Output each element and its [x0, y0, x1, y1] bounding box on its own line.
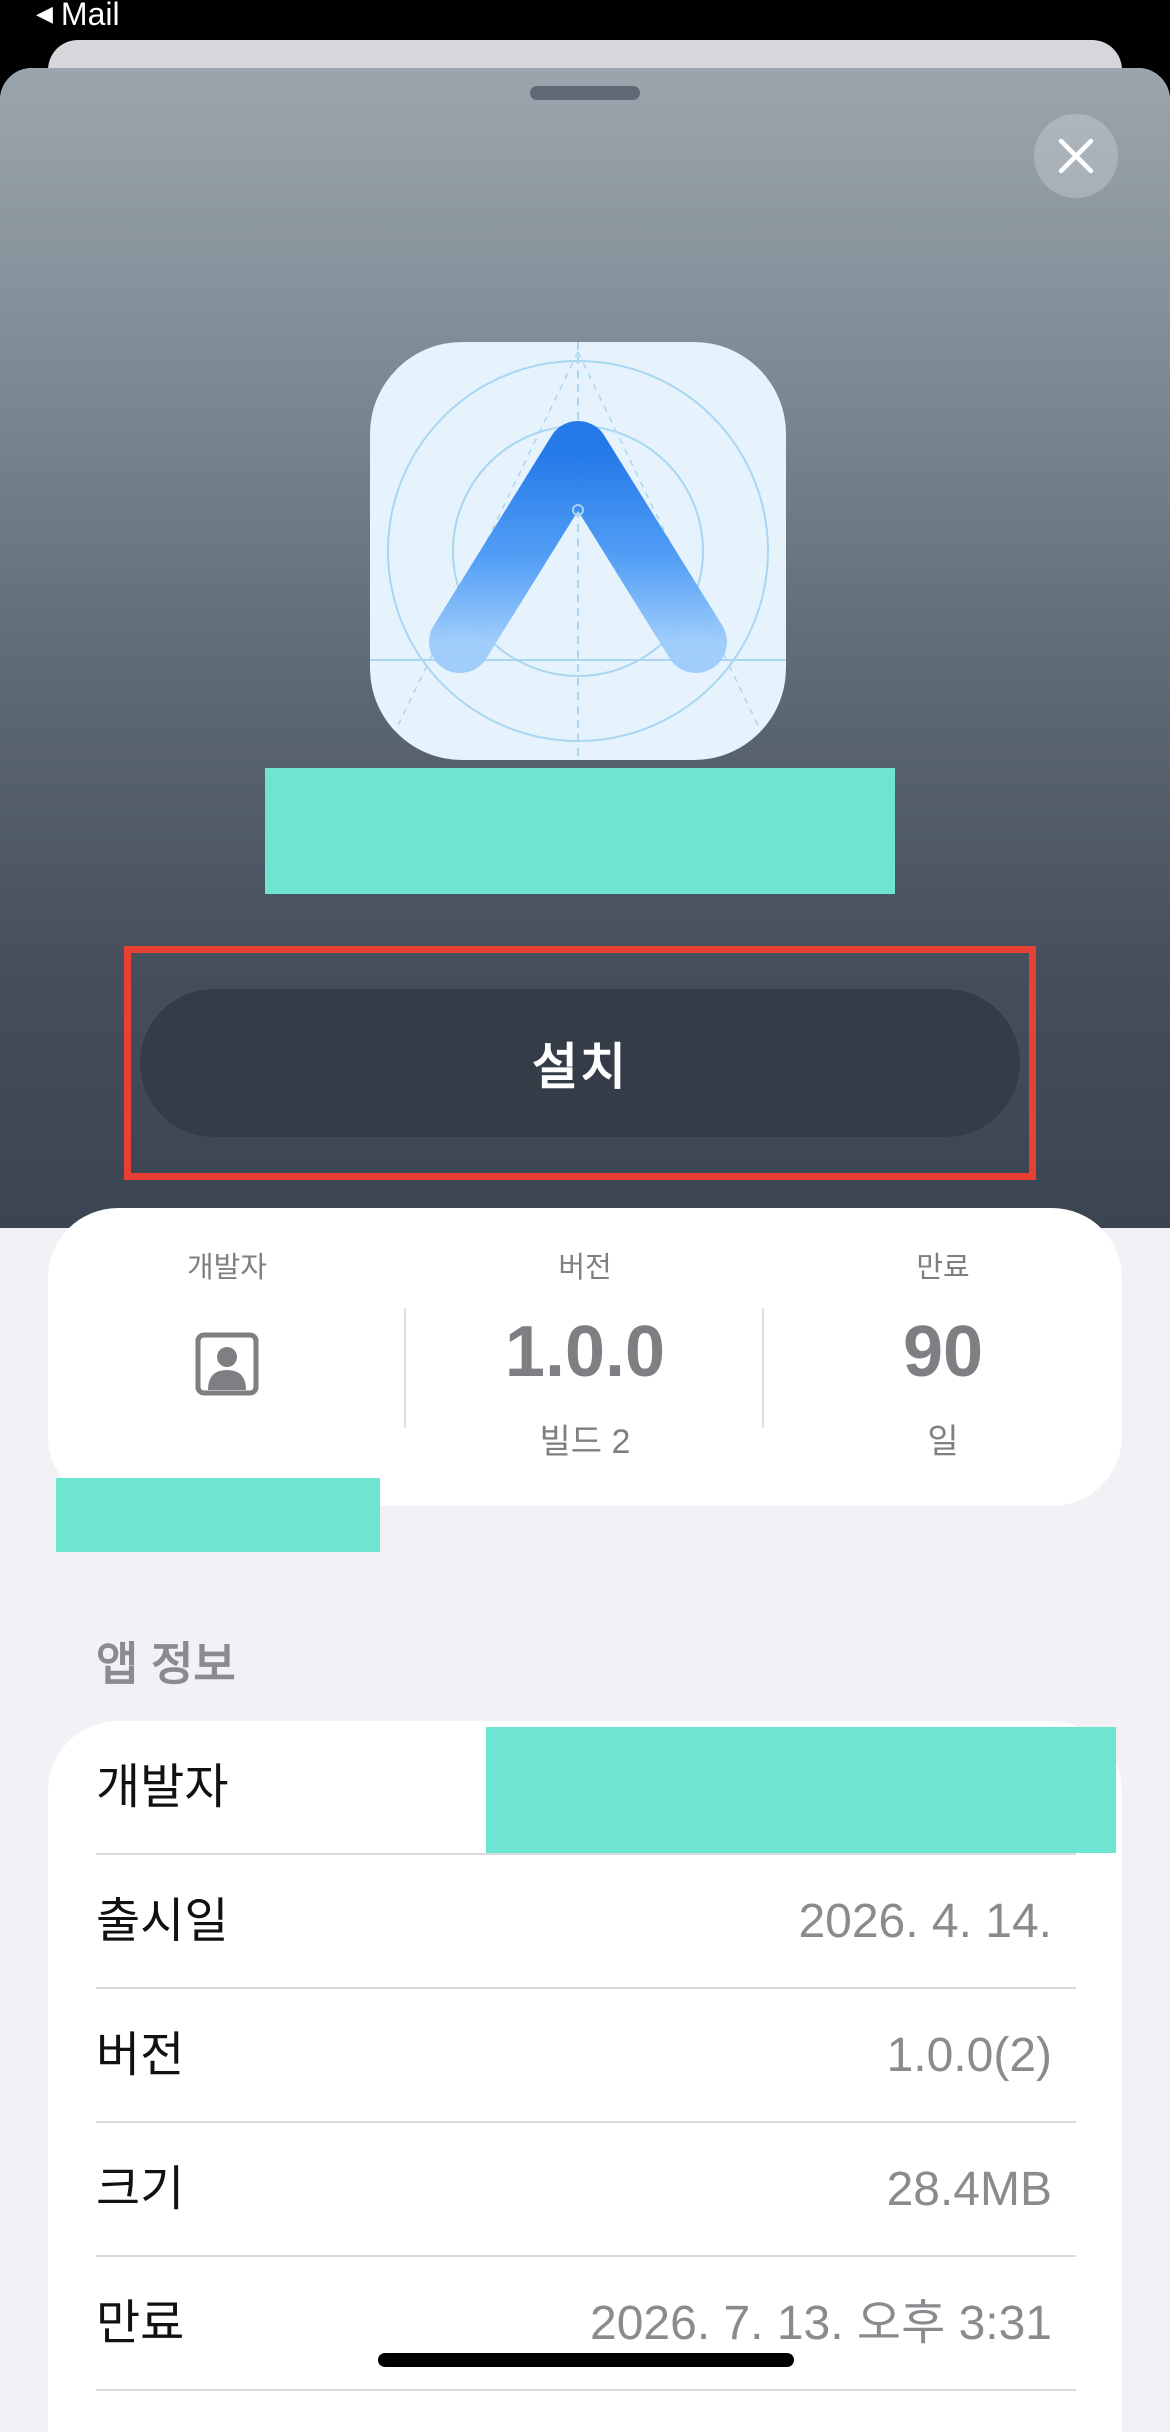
info-row-expiry: 만료 2026. 7. 13. 오후 3:31: [96, 2257, 1076, 2391]
stat-expiry: 만료 90 일: [764, 1208, 1122, 1506]
app-info-card: 개발자 출시일 2026. 4. 14. 버전 1.0.0(2) 크기 28.4…: [48, 1721, 1122, 2432]
row-separator: [96, 2389, 1076, 2391]
install-button[interactable]: 설치: [140, 989, 1020, 1137]
developer-name-redaction: [56, 1478, 380, 1552]
stat-expiry-value: 90: [902, 1312, 984, 1392]
developer-info-redaction: [486, 1727, 1116, 1853]
info-value: 1.0.0(2): [886, 2029, 1052, 2082]
person-icon: [195, 1332, 259, 1396]
hero-section: 설치: [0, 68, 1170, 1228]
back-triangle-icon: ◀: [36, 1, 53, 26]
stat-developer: 개발자: [48, 1208, 406, 1552]
stat-version-value: 1.0.0: [504, 1312, 666, 1392]
stat-developer-label: 개발자: [186, 1252, 268, 1284]
sheet-grabber[interactable]: [530, 86, 640, 100]
stat-expiry-label: 만료: [916, 1252, 970, 1284]
info-value: 28.4MB: [886, 2163, 1052, 2216]
info-row-version: 버전 1.0.0(2): [96, 1989, 1076, 2123]
info-value: 2026. 4. 14.: [798, 1895, 1052, 1948]
info-row-release-date: 출시일 2026. 4. 14.: [96, 1855, 1076, 1989]
close-icon: [1058, 138, 1094, 174]
info-key: 개발자: [96, 1761, 229, 1814]
info-row-developer: 개발자: [96, 1721, 1116, 1855]
info-key: 만료: [96, 2297, 185, 2350]
section-title-app-info: 앱 정보: [96, 1638, 236, 1690]
app-icon: [370, 342, 786, 760]
stat-version: 버전 1.0.0 빌드 2: [406, 1208, 764, 1506]
app-name-redaction: [265, 768, 895, 894]
home-indicator[interactable]: [378, 2353, 794, 2367]
info-key: 버전: [96, 2029, 185, 2082]
close-button[interactable]: [1034, 114, 1118, 198]
app-logo-icon: [370, 342, 786, 760]
info-row-size: 크기 28.4MB: [96, 2123, 1076, 2257]
info-key: 크기: [96, 2163, 185, 2216]
back-link-label: Mail: [60, 0, 120, 32]
info-key: 출시일: [96, 1895, 229, 1948]
stat-expiry-unit: 일: [927, 1423, 959, 1461]
info-value: 2026. 7. 13. 오후 3:31: [590, 2297, 1052, 2350]
stat-version-label: 버전: [558, 1252, 612, 1284]
stat-build-label: 빌드 2: [539, 1423, 631, 1461]
stats-card: 개발자 버전 1.0.0 빌드 2 만료 90 일: [48, 1208, 1122, 1552]
install-sheet: 설치 개발자 버전 1.0.0 빌드 2 만료 90 일 앱 정보 개발자 출시…: [0, 68, 1170, 2432]
back-to-mail-link[interactable]: ◀ Mail: [36, 0, 120, 34]
